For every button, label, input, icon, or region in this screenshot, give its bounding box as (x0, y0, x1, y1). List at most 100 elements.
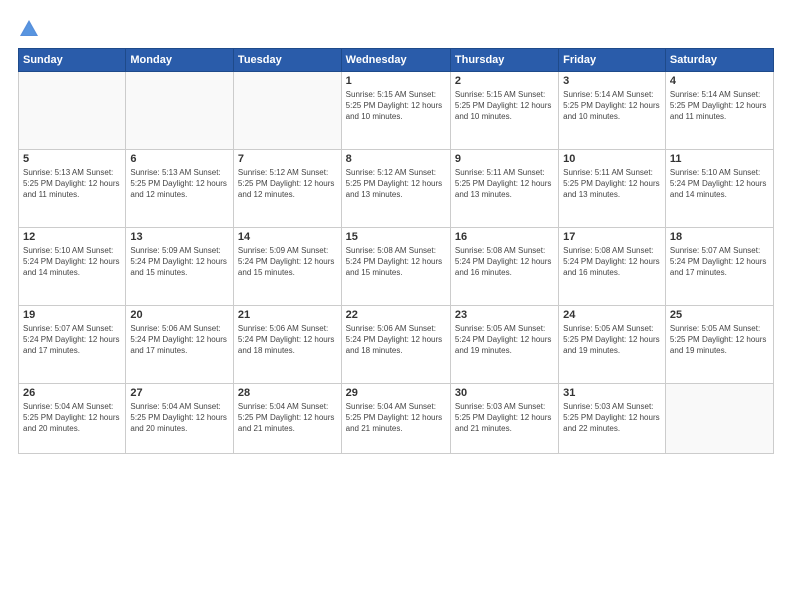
day-number: 17 (563, 231, 661, 243)
weekday-header-monday: Monday (126, 49, 234, 72)
day-number: 22 (346, 309, 446, 321)
day-info: Sunrise: 5:05 AM Sunset: 5:24 PM Dayligh… (455, 323, 554, 357)
calendar-cell: 8 Sunrise: 5:12 AM Sunset: 5:25 PM Daylig… (341, 150, 450, 228)
day-info: Sunrise: 5:03 AM Sunset: 5:25 PM Dayligh… (455, 401, 554, 435)
day-number: 4 (670, 75, 769, 87)
weekday-header-saturday: Saturday (665, 49, 773, 72)
day-info: Sunrise: 5:05 AM Sunset: 5:25 PM Dayligh… (563, 323, 661, 357)
day-info: Sunrise: 5:14 AM Sunset: 5:25 PM Dayligh… (670, 89, 769, 123)
calendar-cell: 18 Sunrise: 5:07 AM Sunset: 5:24 PM Dayli… (665, 228, 773, 306)
day-info: Sunrise: 5:05 AM Sunset: 5:25 PM Dayligh… (670, 323, 769, 357)
weekday-header-sunday: Sunday (19, 49, 126, 72)
calendar-cell: 2Sunrise: 5:15 AM Sunset: 5:25 PM Daylig… (450, 72, 558, 150)
day-number: 27 (130, 387, 229, 399)
calendar-cell: 27 Sunrise: 5:04 AM Sunset: 5:25 PM Dayli… (126, 384, 234, 454)
day-info: Sunrise: 5:15 AM Sunset: 5:25 PM Dayligh… (455, 89, 554, 123)
day-number: 3 (563, 75, 661, 87)
day-number: 7 (238, 153, 337, 165)
day-info: Sunrise: 5:03 AM Sunset: 5:25 PM Dayligh… (563, 401, 661, 435)
calendar-cell: 31 Sunrise: 5:03 AM Sunset: 5:25 PM Dayli… (559, 384, 666, 454)
logo (18, 18, 44, 40)
day-info: Sunrise: 5:08 AM Sunset: 5:24 PM Dayligh… (563, 245, 661, 279)
calendar-week-2: 5 Sunrise: 5:13 AM Sunset: 5:25 PM Daylig… (19, 150, 774, 228)
day-number: 20 (130, 309, 229, 321)
day-number: 23 (455, 309, 554, 321)
day-info: Sunrise: 5:07 AM Sunset: 5:24 PM Dayligh… (670, 245, 769, 279)
day-number: 5 (23, 153, 121, 165)
calendar-cell: 15Sunrise: 5:08 AM Sunset: 5:24 PM Dayli… (341, 228, 450, 306)
day-number: 10 (563, 153, 661, 165)
weekday-header-wednesday: Wednesday (341, 49, 450, 72)
calendar-cell (665, 384, 773, 454)
calendar-week-5: 26 Sunrise: 5:04 AM Sunset: 5:25 PM Dayli… (19, 384, 774, 454)
day-info: Sunrise: 5:11 AM Sunset: 5:25 PM Dayligh… (563, 167, 661, 201)
calendar-cell: 24 Sunrise: 5:05 AM Sunset: 5:25 PM Dayli… (559, 306, 666, 384)
day-info: Sunrise: 5:06 AM Sunset: 5:24 PM Dayligh… (238, 323, 337, 357)
day-number: 30 (455, 387, 554, 399)
calendar-cell: 26 Sunrise: 5:04 AM Sunset: 5:25 PM Dayli… (19, 384, 126, 454)
day-number: 29 (346, 387, 446, 399)
calendar-cell: 14 Sunrise: 5:09 AM Sunset: 5:24 PM Dayli… (233, 228, 341, 306)
calendar-cell: 3 Sunrise: 5:14 AM Sunset: 5:25 PM Daylig… (559, 72, 666, 150)
day-info: Sunrise: 5:12 AM Sunset: 5:25 PM Dayligh… (346, 167, 446, 201)
calendar-cell: 13 Sunrise: 5:09 AM Sunset: 5:24 PM Dayli… (126, 228, 234, 306)
calendar-week-4: 19Sunrise: 5:07 AM Sunset: 5:24 PM Dayli… (19, 306, 774, 384)
day-number: 24 (563, 309, 661, 321)
calendar-cell: 9Sunrise: 5:11 AM Sunset: 5:25 PM Daylig… (450, 150, 558, 228)
day-number: 12 (23, 231, 121, 243)
calendar-cell (233, 72, 341, 150)
calendar-cell: 21 Sunrise: 5:06 AM Sunset: 5:24 PM Dayli… (233, 306, 341, 384)
day-info: Sunrise: 5:14 AM Sunset: 5:25 PM Dayligh… (563, 89, 661, 123)
day-number: 1 (346, 75, 446, 87)
calendar-cell: 19Sunrise: 5:07 AM Sunset: 5:24 PM Dayli… (19, 306, 126, 384)
day-info: Sunrise: 5:08 AM Sunset: 5:24 PM Dayligh… (346, 245, 446, 279)
calendar-week-3: 12 Sunrise: 5:10 AM Sunset: 5:24 PM Dayli… (19, 228, 774, 306)
day-info: Sunrise: 5:10 AM Sunset: 5:24 PM Dayligh… (23, 245, 121, 279)
day-info: Sunrise: 5:13 AM Sunset: 5:25 PM Dayligh… (130, 167, 229, 201)
calendar-cell: 28 Sunrise: 5:04 AM Sunset: 5:25 PM Dayli… (233, 384, 341, 454)
day-info: Sunrise: 5:09 AM Sunset: 5:24 PM Dayligh… (238, 245, 337, 279)
day-number: 11 (670, 153, 769, 165)
calendar-cell: 30 Sunrise: 5:03 AM Sunset: 5:25 PM Dayli… (450, 384, 558, 454)
day-number: 14 (238, 231, 337, 243)
weekday-header-thursday: Thursday (450, 49, 558, 72)
calendar-cell: 10 Sunrise: 5:11 AM Sunset: 5:25 PM Dayli… (559, 150, 666, 228)
day-info: Sunrise: 5:08 AM Sunset: 5:24 PM Dayligh… (455, 245, 554, 279)
day-info: Sunrise: 5:15 AM Sunset: 5:25 PM Dayligh… (346, 89, 446, 123)
day-number: 28 (238, 387, 337, 399)
calendar-cell: 4 Sunrise: 5:14 AM Sunset: 5:25 PM Daylig… (665, 72, 773, 150)
day-number: 16 (455, 231, 554, 243)
day-number: 18 (670, 231, 769, 243)
calendar-cell: 17 Sunrise: 5:08 AM Sunset: 5:24 PM Dayli… (559, 228, 666, 306)
day-info: Sunrise: 5:09 AM Sunset: 5:24 PM Dayligh… (130, 245, 229, 279)
header (18, 18, 774, 40)
day-number: 13 (130, 231, 229, 243)
day-info: Sunrise: 5:06 AM Sunset: 5:24 PM Dayligh… (346, 323, 446, 357)
weekday-header-tuesday: Tuesday (233, 49, 341, 72)
calendar-cell: 11 Sunrise: 5:10 AM Sunset: 5:24 PM Dayli… (665, 150, 773, 228)
calendar-cell: 16 Sunrise: 5:08 AM Sunset: 5:24 PM Dayli… (450, 228, 558, 306)
day-number: 21 (238, 309, 337, 321)
calendar-cell: 1 Sunrise: 5:15 AM Sunset: 5:25 PM Daylig… (341, 72, 450, 150)
calendar-cell: 23 Sunrise: 5:05 AM Sunset: 5:24 PM Dayli… (450, 306, 558, 384)
day-info: Sunrise: 5:06 AM Sunset: 5:24 PM Dayligh… (130, 323, 229, 357)
day-number: 26 (23, 387, 121, 399)
logo-icon (18, 18, 40, 40)
day-info: Sunrise: 5:04 AM Sunset: 5:25 PM Dayligh… (23, 401, 121, 435)
day-info: Sunrise: 5:04 AM Sunset: 5:25 PM Dayligh… (130, 401, 229, 435)
calendar-cell: 6 Sunrise: 5:13 AM Sunset: 5:25 PM Daylig… (126, 150, 234, 228)
day-info: Sunrise: 5:13 AM Sunset: 5:25 PM Dayligh… (23, 167, 121, 201)
day-number: 6 (130, 153, 229, 165)
day-info: Sunrise: 5:04 AM Sunset: 5:25 PM Dayligh… (346, 401, 446, 435)
calendar-cell: 12 Sunrise: 5:10 AM Sunset: 5:24 PM Dayli… (19, 228, 126, 306)
calendar-cell: 7 Sunrise: 5:12 AM Sunset: 5:25 PM Daylig… (233, 150, 341, 228)
day-number: 25 (670, 309, 769, 321)
day-info: Sunrise: 5:10 AM Sunset: 5:24 PM Dayligh… (670, 167, 769, 201)
day-number: 19 (23, 309, 121, 321)
page: SundayMondayTuesdayWednesdayThursdayFrid… (0, 0, 792, 612)
day-info: Sunrise: 5:12 AM Sunset: 5:25 PM Dayligh… (238, 167, 337, 201)
calendar-cell: 5 Sunrise: 5:13 AM Sunset: 5:25 PM Daylig… (19, 150, 126, 228)
day-info: Sunrise: 5:04 AM Sunset: 5:25 PM Dayligh… (238, 401, 337, 435)
day-number: 8 (346, 153, 446, 165)
day-number: 31 (563, 387, 661, 399)
